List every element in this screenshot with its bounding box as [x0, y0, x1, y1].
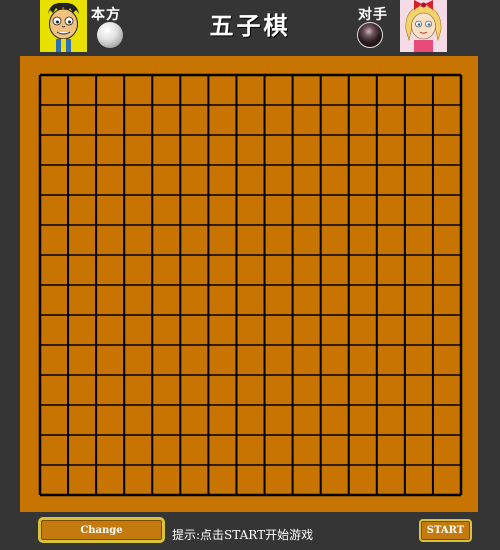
self-avatar: [40, 0, 87, 52]
game-board[interactable]: [20, 56, 478, 512]
black-stone-icon: [357, 22, 383, 48]
girl-avatar-icon: [400, 0, 447, 52]
board-grid[interactable]: [20, 56, 478, 512]
white-stone-icon: [97, 22, 123, 48]
opponent-avatar: [400, 0, 447, 52]
page-title: 五子棋: [209, 11, 291, 40]
change-button[interactable]: Change: [38, 517, 165, 543]
self-label: 本方: [91, 7, 121, 23]
start-button[interactable]: START: [419, 519, 472, 542]
boy-avatar-icon: [40, 0, 87, 52]
hint-text: 提示:点击START开始游戏: [172, 528, 314, 542]
opponent-label: 对手: [358, 7, 388, 23]
